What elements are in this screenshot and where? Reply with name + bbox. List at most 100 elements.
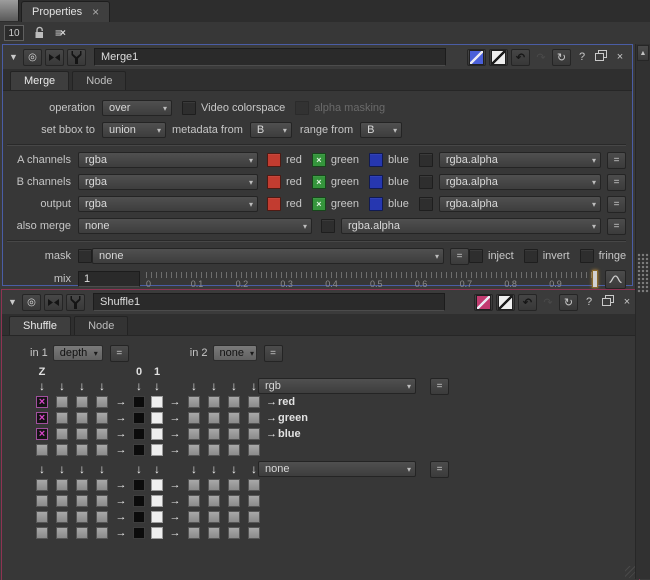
constant-zero-checkbox[interactable] <box>133 396 145 408</box>
matrix-checkbox[interactable] <box>228 444 240 456</box>
matrix-checkbox[interactable] <box>248 511 260 523</box>
matrix-checkbox[interactable] <box>208 495 220 507</box>
matrix-checkbox[interactable] <box>96 428 108 440</box>
matrix-checkbox[interactable] <box>96 495 108 507</box>
matrix-checkbox[interactable] <box>76 511 88 523</box>
green-channel-checkbox[interactable]: × <box>312 153 326 167</box>
matrix-checkbox[interactable] <box>208 511 220 523</box>
matrix-checkbox[interactable] <box>188 444 200 456</box>
constant-one-checkbox[interactable] <box>151 412 163 424</box>
matrix-checkbox[interactable] <box>208 412 220 424</box>
tab-merge[interactable]: Merge <box>10 71 69 90</box>
matrix-checkbox[interactable] <box>228 396 240 408</box>
close-panel-icon[interactable]: × <box>612 51 628 63</box>
out2-dropdown[interactable]: none▾ <box>258 461 416 477</box>
constant-one-checkbox[interactable] <box>151 396 163 408</box>
matrix-checkbox[interactable] <box>248 495 260 507</box>
matrix-checkbox[interactable] <box>96 412 108 424</box>
in2-dropdown[interactable]: none▾ <box>213 345 257 361</box>
range-from-dropdown[interactable]: B▾ <box>360 122 402 138</box>
constant-one-checkbox[interactable] <box>151 527 163 539</box>
matrix-checkbox[interactable] <box>208 444 220 456</box>
constant-zero-checkbox[interactable] <box>133 444 145 456</box>
also-merge-checkbox[interactable] <box>321 219 335 233</box>
revert-button[interactable]: ↻ <box>559 294 578 311</box>
constant-one-checkbox[interactable] <box>151 428 163 440</box>
matrix-checkbox[interactable] <box>56 396 68 408</box>
equals-button[interactable]: = <box>450 248 469 265</box>
matrix-checkbox[interactable] <box>76 444 88 456</box>
matrix-checkbox[interactable] <box>188 412 200 424</box>
out1-dropdown[interactable]: rgb▾ <box>258 378 416 394</box>
a-channels-dropdown[interactable]: rgba▾ <box>78 152 258 168</box>
collapse-panel-icon[interactable]: ▼ <box>6 297 19 307</box>
tab-node[interactable]: Node <box>74 316 128 335</box>
matrix-checkbox[interactable] <box>96 511 108 523</box>
matrix-checkbox[interactable] <box>76 527 88 539</box>
matrix-checkbox[interactable] <box>36 479 48 491</box>
max-panels-field[interactable]: 10 <box>4 25 24 41</box>
matrix-checkbox[interactable] <box>76 412 88 424</box>
output-dropdown[interactable]: rgba▾ <box>78 196 258 212</box>
matrix-checkbox[interactable] <box>228 495 240 507</box>
matrix-checkbox[interactable] <box>56 444 68 456</box>
redo-button[interactable]: ↷ <box>540 296 556 309</box>
constant-zero-checkbox[interactable] <box>133 511 145 523</box>
constant-zero-checkbox[interactable] <box>133 479 145 491</box>
constant-zero-checkbox[interactable] <box>133 527 145 539</box>
matrix-checkbox[interactable] <box>228 412 240 424</box>
matrix-checkbox[interactable] <box>208 396 220 408</box>
matrix-checkbox[interactable] <box>56 412 68 424</box>
undo-button[interactable]: ↶ <box>511 49 530 66</box>
alpha-channel-checkbox[interactable] <box>419 175 433 189</box>
node-inputs-icon[interactable] <box>44 294 63 311</box>
matrix-checkbox[interactable] <box>188 428 200 440</box>
video-colorspace-checkbox[interactable] <box>182 101 196 115</box>
tab-shuffle[interactable]: Shuffle <box>9 316 71 335</box>
equals-button[interactable]: = <box>607 196 626 213</box>
matrix-checkbox[interactable] <box>248 396 260 408</box>
a-alpha-dropdown[interactable]: rgba.alpha▾ <box>439 152 601 168</box>
float-panel-icon[interactable] <box>593 50 609 65</box>
collapse-panel-icon[interactable]: ▼ <box>7 52 20 62</box>
gl-color-swatch[interactable] <box>489 49 508 66</box>
equals-button[interactable]: = <box>264 345 283 362</box>
wrench-icon[interactable] <box>67 49 86 66</box>
alpha-masking-checkbox[interactable] <box>295 101 309 115</box>
matrix-checkbox[interactable] <box>76 428 88 440</box>
also-merge-dropdown[interactable]: none▾ <box>78 218 312 234</box>
constant-one-checkbox[interactable] <box>151 479 163 491</box>
in1-dropdown[interactable]: depth▾ <box>53 345 103 361</box>
matrix-checkbox[interactable] <box>248 479 260 491</box>
matrix-checkbox[interactable] <box>56 495 68 507</box>
matrix-checkbox[interactable] <box>188 511 200 523</box>
help-button[interactable]: ? <box>574 51 590 63</box>
matrix-checkbox[interactable] <box>228 527 240 539</box>
output-alpha-dropdown[interactable]: rgba.alpha▾ <box>439 196 601 212</box>
matrix-checkbox[interactable] <box>76 479 88 491</box>
mask-dropdown[interactable]: none▾ <box>92 248 444 264</box>
fringe-checkbox[interactable] <box>580 249 594 263</box>
matrix-checkbox-checked[interactable]: × <box>36 396 48 408</box>
matrix-checkbox[interactable] <box>188 396 200 408</box>
animation-curve-button[interactable] <box>605 270 626 289</box>
matrix-checkbox[interactable] <box>208 428 220 440</box>
node-name-field[interactable] <box>94 48 446 66</box>
matrix-checkbox[interactable] <box>188 527 200 539</box>
tab-node[interactable]: Node <box>72 71 126 90</box>
mix-value-field[interactable] <box>78 271 140 287</box>
matrix-checkbox[interactable] <box>76 495 88 507</box>
red-channel-checkbox[interactable] <box>267 175 281 189</box>
center-node-icon[interactable]: ◎ <box>23 49 42 66</box>
node-name-field[interactable] <box>93 293 445 311</box>
matrix-checkbox[interactable] <box>248 428 260 440</box>
equals-button[interactable]: = <box>430 378 449 395</box>
matrix-checkbox[interactable] <box>36 495 48 507</box>
equals-button[interactable]: = <box>110 345 129 362</box>
float-panel-icon[interactable] <box>600 295 616 310</box>
matrix-checkbox[interactable] <box>96 527 108 539</box>
equals-button[interactable]: = <box>607 218 626 235</box>
mask-checkbox[interactable] <box>78 249 92 263</box>
matrix-checkbox[interactable] <box>36 527 48 539</box>
close-all-panels-icon[interactable]: ≡× <box>55 26 64 40</box>
